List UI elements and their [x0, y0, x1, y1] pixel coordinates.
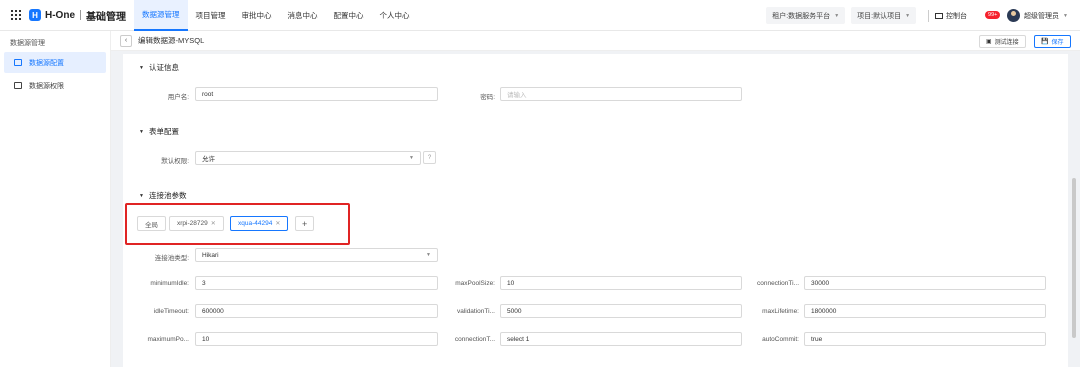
save-icon: 💾: [1041, 39, 1049, 45]
test-connection-button[interactable]: ▣ 测试连接: [979, 35, 1026, 48]
chevron-down-icon: ▼: [834, 12, 840, 19]
page-title: 编辑数据源-MYSQL: [138, 36, 205, 45]
project-label: 项目:默认项目: [857, 12, 902, 20]
app-grid-icon[interactable]: [11, 10, 21, 20]
form-content: ▼ 认证信息 用户名: root 密码: 请输入 ▼ 表单配置 默认权限: 允许…: [123, 54, 1068, 367]
pool-tab-label: xqua-44294: [238, 220, 273, 227]
param-input-max-pool-size[interactable]: 10: [500, 276, 742, 290]
tenant-select[interactable]: 租户:数据服务平台 ▼: [766, 7, 846, 24]
password-input[interactable]: 请输入: [500, 87, 742, 101]
save-label: 保存: [1051, 40, 1064, 46]
help-icon[interactable]: ?: [423, 151, 436, 164]
username-label: 用户名:: [167, 94, 189, 101]
close-icon[interactable]: ✕: [275, 220, 280, 227]
pool-tab-global[interactable]: 全局: [137, 216, 166, 231]
app-name: 基础管理: [86, 11, 126, 23]
param-label: idleTimeout:: [153, 308, 189, 315]
top-right: 租户:数据服务平台 ▼ 项目:默认项目 ▼ 控制台 99+ 超级管理员 ▼: [766, 0, 1080, 31]
nav-tab-personal[interactable]: 个人中心: [372, 0, 418, 31]
default-permission-select[interactable]: 允许 ▼: [195, 151, 421, 165]
tenant-label: 租户:数据服务平台: [772, 12, 831, 20]
param-input-idle-timeout[interactable]: 600000: [195, 304, 438, 318]
test-connection-label: 测试连接: [994, 40, 1019, 46]
param-input-connection-timeout[interactable]: 30000: [804, 276, 1046, 290]
top-bar: H H-One 基础管理 数据源管理 项目管理 审批中心 消息中心 配置中心 个…: [0, 0, 1080, 31]
param-input-connection-test[interactable]: select 1: [500, 332, 742, 346]
logo-divider: [80, 10, 81, 20]
collapse-arrow-icon: ▼: [139, 128, 144, 135]
pool-type-label: 连接池类型:: [154, 255, 189, 262]
chevron-down-icon[interactable]: ▼: [1063, 13, 1068, 19]
pool-tab-xqua[interactable]: xqua-44294 ✕: [230, 216, 289, 231]
nav-tab-config[interactable]: 配置中心: [326, 0, 372, 31]
project-select[interactable]: 项目:默认项目 ▼: [851, 7, 917, 24]
section-form-config[interactable]: ▼ 表单配置: [139, 126, 179, 137]
scrollbar[interactable]: [1072, 178, 1076, 338]
monitor-icon: [935, 12, 944, 19]
save-button[interactable]: 💾 保存: [1034, 35, 1071, 48]
username-input[interactable]: root: [195, 87, 438, 101]
param-input-validation-timeout[interactable]: 5000: [500, 304, 742, 318]
collapse-arrow-icon: ▼: [139, 192, 144, 199]
sidebar-item-label: 数据源配置: [29, 59, 64, 67]
section-title: 连接池参数: [148, 191, 187, 200]
nav-tab-project[interactable]: 项目管理: [188, 0, 234, 31]
database-icon: [14, 59, 22, 66]
param-input-minimum-idle[interactable]: 3: [195, 276, 438, 290]
section-title: 认证信息: [148, 63, 179, 72]
sidebar-item-datasource-permission[interactable]: 数据源权限: [4, 75, 106, 96]
chevron-down-icon: ▼: [905, 12, 911, 19]
pool-type-value: Hikari: [202, 251, 219, 259]
pool-type-select[interactable]: Hikari ▼: [195, 248, 438, 262]
top-nav: 数据源管理 项目管理 审批中心 消息中心 配置中心 个人中心: [134, 0, 418, 31]
test-icon: ▣: [986, 39, 992, 45]
username[interactable]: 超级管理员: [1024, 11, 1059, 21]
console-link[interactable]: 控制台: [935, 11, 967, 21]
param-label: maxPoolSize:: [455, 280, 495, 287]
notification-bell[interactable]: 99+: [981, 9, 1001, 23]
pool-tab-label: xrpi-28729: [177, 220, 208, 227]
collapse-arrow-icon: ▼: [139, 64, 144, 71]
nav-tab-datasource[interactable]: 数据源管理: [134, 0, 188, 31]
section-pool[interactable]: ▼ 连接池参数: [139, 190, 186, 201]
nav-tab-approval[interactable]: 审批中心: [234, 0, 280, 31]
param-label: maximumPo...: [147, 336, 189, 343]
sidebar-title: 数据源管理: [10, 40, 45, 47]
add-tab-button[interactable]: +: [295, 216, 315, 231]
param-label: autoCommit:: [762, 336, 799, 343]
console-label: 控制台: [946, 12, 968, 20]
param-label: minimumIdle:: [150, 280, 189, 287]
param-input-auto-commit[interactable]: true: [804, 332, 1046, 346]
logo-text: H-One: [45, 9, 75, 21]
section-auth[interactable]: ▼ 认证信息: [139, 62, 179, 73]
notification-badge: 99+: [985, 10, 1001, 19]
close-icon[interactable]: ✕: [211, 220, 216, 227]
param-label: validationTi...: [456, 308, 495, 315]
back-button[interactable]: ‹: [120, 34, 132, 47]
avatar[interactable]: [1007, 9, 1021, 22]
sidebar: 数据源管理 数据源配置 数据源权限: [0, 31, 111, 367]
chevron-down-icon: ▼: [426, 252, 431, 258]
password-label: 密码:: [480, 94, 495, 101]
param-input-max-lifetime[interactable]: 1800000: [804, 304, 1046, 318]
param-label: connectionTi...: [756, 280, 799, 287]
section-title: 表单配置: [148, 127, 179, 136]
default-permission-label: 默认权限:: [161, 158, 189, 165]
default-permission-value: 允许: [202, 156, 215, 163]
logo: H H-One 基础管理: [29, 8, 126, 23]
pool-tab-xrpi[interactable]: xrpi-28729 ✕: [169, 216, 224, 231]
sidebar-item-datasource-config[interactable]: 数据源配置: [4, 52, 106, 73]
param-label: maxLifetime:: [762, 308, 799, 315]
param-label: connectionT...: [454, 336, 495, 343]
sidebar-item-label: 数据源权限: [29, 82, 64, 90]
permission-icon: [14, 82, 22, 89]
page-header: ‹ 编辑数据源-MYSQL ▣ 测试连接 💾 保存: [111, 31, 1080, 51]
divider: [928, 9, 930, 22]
nav-tab-message[interactable]: 消息中心: [280, 0, 326, 31]
param-input-maximum-pool[interactable]: 10: [195, 332, 438, 346]
chevron-down-icon: ▼: [409, 155, 414, 161]
logo-mark: H: [29, 9, 41, 21]
